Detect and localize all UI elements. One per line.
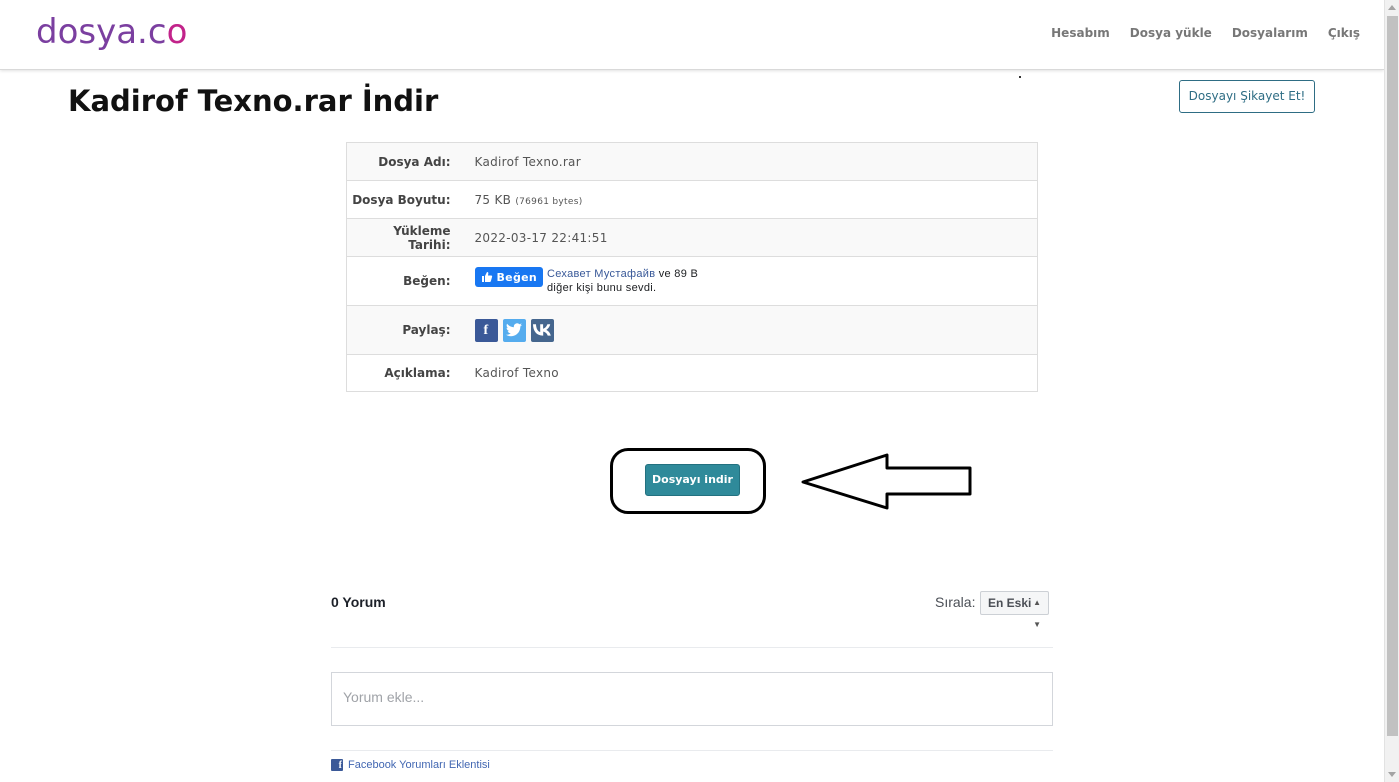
share-buttons: f (474, 318, 1038, 342)
share-label: Paylaş: (346, 305, 461, 355)
facebook-comments-plugin-link[interactable]: f Facebook Yorumları Eklentisi (331, 759, 490, 771)
file-name-label: Dosya Adı: (346, 142, 461, 181)
page-title: Kadirof Texno.rar İndir (68, 84, 439, 118)
logo-text-accent: o (166, 12, 188, 52)
vertical-scrollbar[interactable] (1384, 0, 1399, 782)
logo-text: dosya.c (36, 12, 167, 52)
thumbs-up-icon (481, 272, 492, 282)
file-info-table: Dosya Adı: Kadirof Texno.rar Dosya Boyut… (346, 142, 1038, 392)
like-summary: Сехавет Мустафайв ve 89 B diğer kişi bunu… (547, 267, 698, 295)
top-nav: Hesabım Dosya yükle Dosyalarım Çıkış (1051, 26, 1360, 40)
file-size-label: Dosya Boyutu: (346, 180, 461, 219)
table-row: Paylaş: f (346, 305, 1038, 355)
description-label: Açıklama: (346, 354, 461, 392)
divider (331, 647, 1053, 648)
comment-input[interactable]: Yorum ekle... (331, 672, 1053, 726)
like-cell: Beğen Сехавет Мустафайв ve 89 B diğer kiş… (460, 256, 1038, 306)
arrow-icon (801, 453, 972, 510)
sort-label: Sırala: (935, 594, 976, 610)
table-row: Açıklama: Kadirof Texno (346, 354, 1038, 392)
file-size-cell: 75 KB (76961 bytes) (460, 180, 1038, 219)
divider (331, 750, 1053, 751)
scroll-thumb[interactable] (1387, 16, 1398, 736)
nav-my-files[interactable]: Dosyalarım (1232, 26, 1308, 40)
file-name-value: Kadirof Texno.rar (460, 142, 1038, 181)
site-logo[interactable]: dosya.co (36, 12, 187, 52)
description-value: Kadirof Texno (460, 354, 1038, 392)
share-cell: f (460, 305, 1038, 355)
sort-value: En Eski (988, 596, 1032, 610)
comment-count: 0 Yorum (331, 594, 386, 610)
like-count-text: ve 89 B (655, 268, 699, 280)
upload-date-value: 2022-03-17 22:41:51 (460, 218, 1038, 257)
liker-name[interactable]: Сехавет Мустафайв (547, 268, 655, 280)
nav-logout[interactable]: Çıkış (1328, 26, 1360, 40)
sort-dropdown[interactable]: En Eski ▲ ▼ (980, 591, 1049, 629)
facebook-like-label: Beğen (496, 270, 538, 284)
download-button[interactable]: Dosyayı indir (645, 464, 740, 496)
table-row: Dosya Adı: Kadirof Texno.rar (346, 142, 1038, 181)
file-size-value: 75 KB (474, 192, 512, 207)
report-file-button[interactable]: Dosyayı Şikayet Et! (1179, 80, 1315, 113)
file-size-bytes: (76961 bytes) (515, 196, 583, 207)
table-row: Beğen: Beğen Сехавет Мустафайв ve 89 B di… (346, 256, 1038, 306)
nav-account[interactable]: Hesabım (1051, 26, 1110, 40)
stray-dot (1019, 76, 1021, 78)
upload-date-label: Yükleme Tarihi: (346, 218, 461, 257)
facebook-like-widget: Beğen Сехавет Мустафайв ve 89 B diğer kiş… (474, 267, 1038, 295)
sort-caret-icon: ▲ ▼ (1033, 598, 1041, 629)
facebook-like-button[interactable]: Beğen (474, 267, 544, 287)
like-label: Beğen: (346, 256, 461, 306)
top-navbar: dosya.co Hesabım Dosya yükle Dosyalarım … (0, 0, 1384, 70)
facebook-icon: f (331, 759, 343, 771)
twitter-icon[interactable] (502, 318, 526, 342)
scroll-up-icon[interactable] (1388, 5, 1396, 10)
nav-upload[interactable]: Dosya yükle (1130, 26, 1212, 40)
table-row: Yükleme Tarihi: 2022-03-17 22:41:51 (346, 218, 1038, 257)
like-text-line2: diğer kişi bunu sevdi. (547, 282, 657, 294)
facebook-icon[interactable]: f (474, 318, 498, 342)
table-row: Dosya Boyutu: 75 KB (76961 bytes) (346, 180, 1038, 219)
plugin-label: Facebook Yorumları Eklentisi (348, 759, 490, 771)
scroll-down-icon[interactable] (1388, 772, 1396, 777)
vk-icon[interactable] (530, 318, 554, 342)
